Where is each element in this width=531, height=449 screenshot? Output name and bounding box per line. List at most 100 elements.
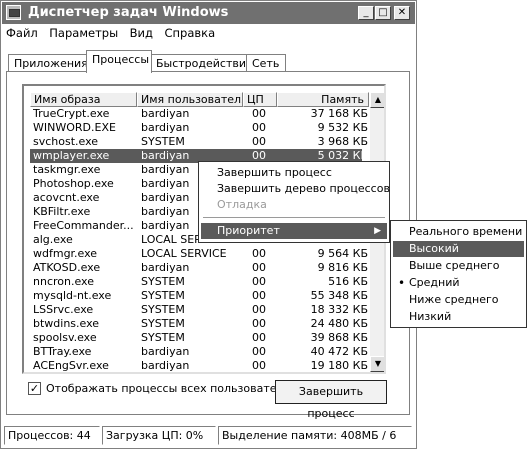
- column-memory[interactable]: Память: [277, 92, 369, 107]
- maximize-button[interactable]: □: [375, 6, 391, 20]
- cell-cpu: 00: [252, 303, 266, 316]
- cell-cpu: 00: [252, 317, 266, 330]
- status-cpu-usage: Загрузка ЦП: 0%: [102, 426, 216, 445]
- priority-realtime[interactable]: Реального времени: [393, 224, 524, 240]
- priority-submenu: Реального времени Высокий Выше среднего …: [390, 220, 527, 328]
- tab-performance[interactable]: Быстродействие: [150, 54, 253, 72]
- menu-set-priority[interactable]: Приоритет ▶: [201, 223, 387, 239]
- cell-cpu: 00: [252, 135, 266, 148]
- cell-user-name: bardiyan: [141, 345, 190, 358]
- table-row[interactable]: spoolsv.exe SYSTEM 00 39 868 КБ: [30, 331, 368, 345]
- cell-user-name: LOCAL SERVICE: [141, 247, 227, 260]
- show-all-users-label: Отображать процессы всех пользователей: [46, 382, 298, 395]
- show-all-users-checkbox[interactable]: ✓: [28, 382, 41, 395]
- menu-options[interactable]: Параметры: [49, 26, 118, 40]
- close-button[interactable]: ✕: [394, 6, 410, 20]
- menu-end-process[interactable]: Завершить процесс: [201, 165, 387, 181]
- minimize-button[interactable]: _: [358, 6, 374, 20]
- cell-memory: 18 332 КБ: [310, 303, 368, 316]
- cell-image-name: wdfmgr.exe: [33, 247, 98, 260]
- menu-help[interactable]: Справка: [164, 26, 215, 40]
- cell-cpu: 00: [252, 275, 266, 288]
- table-row[interactable]: ACEngSvr.exe bardiyan 00 19 180 КБ: [30, 359, 368, 372]
- tab-processes[interactable]: Процессы: [86, 50, 152, 73]
- table-row[interactable]: BTTray.exe bardiyan 00 40 472 КБ: [30, 345, 368, 359]
- menu-file[interactable]: Файл: [6, 26, 38, 40]
- status-process-count: Процессов: 44: [4, 426, 100, 445]
- cell-user-name: SYSTEM: [141, 289, 185, 302]
- cell-image-name: wmplayer.exe: [33, 149, 110, 162]
- cell-memory: 37 168 КБ: [310, 107, 368, 120]
- title-bar[interactable]: Диспетчер задач Windows _ □ ✕: [2, 2, 415, 24]
- table-row[interactable]: mysqld-nt.exe SYSTEM 00 55 348 КБ: [30, 289, 368, 303]
- column-user-name[interactable]: Имя пользователя: [137, 92, 243, 107]
- column-cpu[interactable]: ЦП: [243, 92, 277, 107]
- cell-cpu: 00: [252, 359, 266, 372]
- cell-memory: 9 532 КБ: [317, 121, 368, 134]
- cell-image-name: WINWORD.EXE: [33, 121, 116, 134]
- tab-applications[interactable]: Приложения: [8, 54, 88, 72]
- cell-user-name: SYSTEM: [141, 275, 185, 288]
- cell-cpu: 00: [252, 121, 266, 134]
- scroll-down-arrow-icon[interactable]: ▼: [370, 356, 384, 372]
- cell-image-name: alg.exe: [33, 233, 73, 246]
- tab-network[interactable]: Сеть: [246, 54, 286, 72]
- cell-memory: 55 348 КБ: [310, 289, 368, 302]
- status-commit-charge: Выделение памяти: 408МБ / 6: [218, 426, 412, 445]
- cell-image-name: Photoshop.exe: [33, 177, 114, 190]
- cell-image-name: btwdins.exe: [33, 317, 100, 330]
- selected-bullet-icon: •: [398, 276, 406, 290]
- window-title: Диспетчер задач Windows: [28, 5, 229, 20]
- cell-image-name: nncron.exe: [33, 275, 94, 288]
- end-process-button[interactable]: Завершить процесс: [275, 380, 387, 420]
- scroll-up-arrow-icon[interactable]: ▲: [370, 92, 384, 108]
- cell-image-name: ACEngSvr.exe: [33, 359, 109, 372]
- table-row[interactable]: ATKOSD.exe bardiyan 00 9 816 КБ: [30, 261, 368, 275]
- table-row[interactable]: LSSrvc.exe SYSTEM 00 18 332 КБ: [30, 303, 368, 317]
- cell-image-name: FreeCommander....: [33, 219, 133, 232]
- priority-normal[interactable]: • Средний: [393, 275, 524, 291]
- priority-normal-label: Средний: [409, 276, 460, 289]
- cell-memory: 39 868 КБ: [310, 331, 368, 344]
- priority-above-normal[interactable]: Выше среднего: [393, 258, 524, 274]
- cell-cpu: 00: [252, 289, 266, 302]
- table-row[interactable]: svchost.exe SYSTEM 00 3 968 КБ: [30, 135, 368, 149]
- cell-image-name: ATKOSD.exe: [33, 261, 101, 274]
- column-image-name[interactable]: Имя образа: [30, 92, 137, 107]
- cell-memory: 516 КБ: [328, 275, 368, 288]
- menu-separator: [203, 217, 385, 219]
- cell-cpu: 00: [252, 261, 266, 274]
- menu-bar: Файл Параметры Вид Справка: [6, 26, 223, 44]
- cell-memory: 24 480 КБ: [310, 317, 368, 330]
- cell-image-name: taskmgr.exe: [33, 163, 101, 176]
- menu-debug: Отладка: [217, 198, 267, 211]
- cell-user-name: SYSTEM: [141, 331, 185, 344]
- table-row[interactable]: btwdins.exe SYSTEM 00 24 480 КБ: [30, 317, 368, 331]
- cell-memory: 3 968 КБ: [317, 135, 368, 148]
- cell-cpu: 00: [252, 107, 266, 120]
- cell-memory: 9 816 КБ: [317, 261, 368, 274]
- priority-below-normal[interactable]: Ниже среднего: [393, 292, 524, 308]
- menu-set-priority-label: Приоритет: [217, 224, 280, 237]
- status-bar: Процессов: 44 Загрузка ЦП: 0% Выделение …: [2, 426, 415, 446]
- tab-strip: Приложения Процессы Быстродействие Сеть: [6, 50, 410, 73]
- cell-image-name: BTTray.exe: [33, 345, 92, 358]
- table-row[interactable]: TrueCrypt.exe bardiyan 00 37 168 КБ: [30, 107, 368, 121]
- cell-cpu: 00: [252, 345, 266, 358]
- cell-user-name: bardiyan: [141, 107, 190, 120]
- cell-memory: 40 472 КБ: [310, 345, 368, 358]
- process-context-menu: Завершить процесс Завершить дерево проце…: [198, 161, 390, 243]
- priority-low[interactable]: Низкий: [393, 309, 524, 325]
- table-row[interactable]: WINWORD.EXE bardiyan 00 9 532 КБ: [30, 121, 368, 135]
- menu-view[interactable]: Вид: [130, 26, 153, 40]
- cell-image-name: svchost.exe: [33, 135, 99, 148]
- cell-image-name: spoolsv.exe: [33, 331, 97, 344]
- cell-user-name: SYSTEM: [141, 303, 185, 316]
- priority-high[interactable]: Высокий: [393, 241, 524, 257]
- cell-image-name: TrueCrypt.exe: [33, 107, 110, 120]
- menu-end-process-tree[interactable]: Завершить дерево процессов: [201, 181, 390, 197]
- task-manager-app-icon[interactable]: [6, 5, 21, 20]
- table-row[interactable]: nncron.exe SYSTEM 00 516 КБ: [30, 275, 368, 289]
- cell-user-name: bardiyan: [141, 359, 190, 372]
- table-row[interactable]: wdfmgr.exe LOCAL SERVICE 00 9 564 КБ: [30, 247, 368, 261]
